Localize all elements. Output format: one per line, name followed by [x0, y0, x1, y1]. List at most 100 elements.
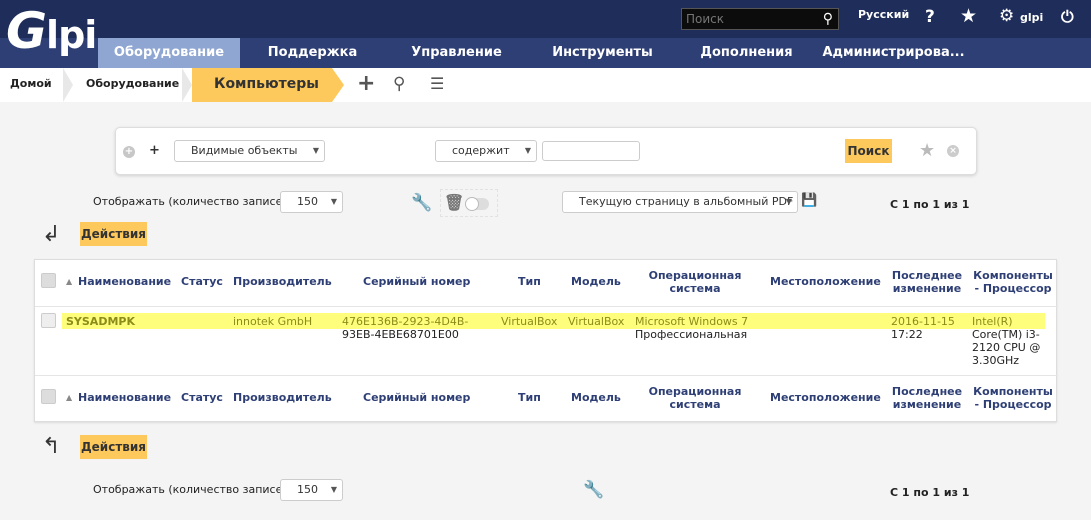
- criteria-operator-value: содержит: [452, 144, 510, 157]
- column-footer-name[interactable]: Наименование: [78, 391, 171, 404]
- arrow-up-left-icon: ↰: [42, 434, 61, 459]
- wrench-icon[interactable]: 🔧: [583, 480, 604, 500]
- glpi-logo[interactable]: Glpi: [6, 6, 98, 64]
- column-footer-status[interactable]: Статус: [181, 391, 223, 404]
- per-page-select[interactable]: 150 ▼: [280, 191, 343, 213]
- column-footer-model[interactable]: Модель: [571, 391, 621, 404]
- trash-icon[interactable]: 🗑: [444, 193, 464, 212]
- search-icon[interactable]: ⚲: [393, 74, 405, 94]
- column-header-modified[interactable]: Последнее изменение: [888, 269, 966, 295]
- breadcrumb-separator: [182, 68, 192, 102]
- chevron-down-icon: ▼: [312, 146, 319, 155]
- menu-item-plugins[interactable]: Дополнения: [684, 38, 809, 68]
- cell-cpu-line4: 3.30GHz: [972, 354, 1020, 367]
- column-footer-serial[interactable]: Серийный номер: [363, 391, 470, 404]
- export-format-value: Текущую страницу в альбомный PDF: [579, 195, 794, 208]
- search-icon[interactable]: ⚲: [823, 11, 833, 27]
- user-name[interactable]: glpi: [1020, 11, 1043, 24]
- column-header-manufacturer[interactable]: Производитель: [233, 275, 332, 288]
- breadcrumb-assets[interactable]: Оборудование: [86, 68, 179, 102]
- power-icon[interactable]: ⏻: [1061, 7, 1074, 27]
- menu-item-management[interactable]: Управление: [394, 38, 519, 68]
- column-footer-manufacturer[interactable]: Производитель: [233, 391, 332, 404]
- criteria-field-select[interactable]: Видимые объекты ▼: [174, 140, 325, 162]
- chevron-down-icon: ▼: [330, 197, 337, 206]
- wrench-icon[interactable]: 🔧: [411, 193, 432, 213]
- column-header-os[interactable]: Операционная система: [646, 269, 744, 295]
- add-icon[interactable]: +: [357, 71, 375, 96]
- per-page-value: 150: [297, 195, 318, 208]
- column-footer-type[interactable]: Тип: [518, 391, 541, 404]
- breadcrumb-separator: [63, 68, 73, 102]
- cell-modified-line2: 17:22: [891, 328, 923, 341]
- search-criteria-panel: + + Видимые объекты ▼ содержит ▼ Поиск ★…: [115, 127, 977, 175]
- chevron-down-icon: ▼: [785, 197, 792, 206]
- criteria-value-input[interactable]: [542, 141, 640, 161]
- cell-cpu-line3: 2120 CPU @: [972, 341, 1041, 354]
- bookmark-star-icon[interactable]: ★: [919, 140, 935, 161]
- global-search[interactable]: ⚲: [681, 8, 839, 30]
- cell-name-link[interactable]: SYSADMPK: [66, 315, 135, 328]
- display-count-label: Отображать (количество записей): [93, 195, 294, 208]
- column-footer-cpu[interactable]: Компоненты - Процессор: [971, 385, 1055, 411]
- star-icon[interactable]: ★: [960, 5, 977, 27]
- help-icon[interactable]: ?: [925, 7, 935, 27]
- pagination-range-bottom: С 1 по 1 из 1: [890, 486, 970, 499]
- language-selector[interactable]: Русский: [858, 8, 909, 21]
- row-separator: [35, 306, 1058, 307]
- results-table: ▲ Наименование Статус Производитель Сери…: [34, 259, 1058, 422]
- column-header-cpu[interactable]: Компоненты - Процессор: [971, 269, 1055, 295]
- trash-toggle[interactable]: [465, 197, 489, 211]
- column-header-status[interactable]: Статус: [181, 275, 223, 288]
- cell-os-line1: Microsoft Windows 7: [635, 315, 749, 328]
- cell-model: VirtualBox: [568, 315, 625, 328]
- add-criteria-group-icon[interactable]: +: [123, 146, 135, 158]
- column-header-type[interactable]: Тип: [518, 275, 541, 288]
- select-all-checkbox[interactable]: [41, 273, 56, 288]
- column-header-serial[interactable]: Серийный номер: [363, 275, 470, 288]
- cell-serial-line1: 476E136B-2923-4D4B-: [342, 315, 469, 328]
- menu-item-assistance[interactable]: Поддержка: [250, 38, 375, 68]
- cell-cpu-line2: Core(TM) i3-: [972, 328, 1040, 341]
- gear-icon[interactable]: ⚙: [999, 6, 1014, 26]
- list-icon[interactable]: ☰: [430, 74, 444, 93]
- cell-serial-line2: 93EB-4EBE68701E00: [342, 328, 459, 341]
- column-header-name[interactable]: Наименование: [78, 275, 171, 288]
- chevron-down-icon: ▼: [524, 146, 531, 155]
- display-count-label-bottom: Отображать (количество записей): [93, 483, 294, 496]
- criteria-field-value: Видимые объекты: [191, 144, 298, 157]
- cell-cpu-line1: Intel(R): [972, 315, 1013, 328]
- export-format-select[interactable]: Текущую страницу в альбомный PDF ▼: [562, 191, 798, 213]
- column-footer-os[interactable]: Операционная система: [646, 385, 744, 411]
- menu-item-assets[interactable]: Оборудование: [98, 38, 240, 68]
- actions-button-bottom[interactable]: Действия: [80, 435, 147, 459]
- cell-type: VirtualBox: [501, 315, 558, 328]
- chevron-down-icon: ▼: [330, 485, 337, 494]
- global-search-input[interactable]: [682, 12, 812, 26]
- cell-manufacturer: innotek GmbH: [233, 315, 313, 328]
- arrow-down-left-icon: ↲: [42, 222, 61, 247]
- row-checkbox[interactable]: [41, 313, 56, 328]
- menu-item-administration[interactable]: Администрирова...: [816, 38, 971, 68]
- breadcrumb-current-arrow: [332, 68, 344, 102]
- column-footer-location[interactable]: Местоположение: [770, 391, 881, 404]
- select-all-checkbox-bottom[interactable]: [41, 389, 56, 404]
- toggle-knob: [465, 197, 479, 211]
- breadcrumb-home[interactable]: Домой: [10, 68, 52, 102]
- sort-asc-icon: ▲: [66, 393, 73, 402]
- search-button[interactable]: Поиск: [845, 139, 892, 163]
- cell-os-line2: Профессиональная: [635, 328, 748, 341]
- add-criteria-icon[interactable]: +: [149, 143, 160, 158]
- cell-modified-line1: 2016-11-15: [891, 315, 955, 328]
- actions-button-top[interactable]: Действия: [80, 222, 147, 246]
- reset-search-icon[interactable]: ×: [947, 145, 959, 157]
- save-icon[interactable]: 💾: [801, 193, 817, 208]
- breadcrumb-current[interactable]: Компьютеры: [192, 68, 332, 102]
- column-header-model[interactable]: Модель: [571, 275, 621, 288]
- criteria-operator-select[interactable]: содержит ▼: [435, 140, 537, 162]
- per-page-select-bottom[interactable]: 150 ▼: [280, 479, 343, 501]
- column-header-location[interactable]: Местоположение: [770, 275, 881, 288]
- column-footer-modified[interactable]: Последнее изменение: [888, 385, 966, 411]
- menu-item-tools[interactable]: Инструменты: [540, 38, 665, 68]
- pagination-range: С 1 по 1 из 1: [890, 198, 970, 211]
